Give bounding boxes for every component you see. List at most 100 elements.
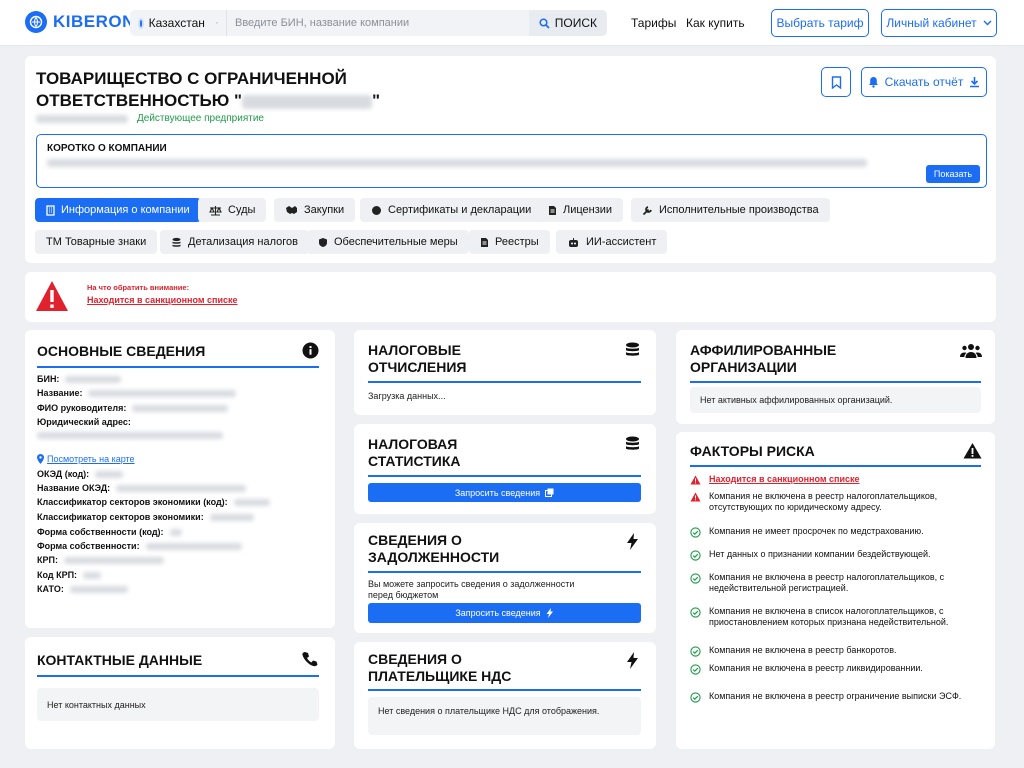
divider — [690, 465, 981, 467]
map-link-label: Посмотреть на карте — [47, 454, 135, 464]
field-name: Название: — [37, 388, 237, 398]
tab-purchases[interactable]: Закупки — [274, 198, 356, 222]
tax-deductions-loading: Загрузка данных... — [368, 391, 446, 401]
shield-icon — [319, 237, 327, 247]
lightning-icon — [627, 652, 638, 669]
title-line: СТАТИСТИКА — [368, 453, 461, 469]
field-label: Код КРП: — [37, 570, 78, 580]
tab-ai-assistant[interactable]: ИИ-ассистент — [556, 230, 668, 254]
field-director: ФИО руководителя: — [37, 403, 229, 413]
title-prefix: ОТВЕТСТВЕННОСТЬЮ " — [36, 91, 243, 110]
divider — [37, 675, 319, 677]
redacted-value — [65, 375, 122, 383]
nav-tariffs[interactable]: Тарифы — [631, 16, 676, 30]
about-title: КОРОТКО О КОМПАНИИ — [47, 143, 167, 154]
country-label: Казахстан — [148, 16, 205, 30]
title-line: АФФИЛИРОВАННЫЕ — [690, 342, 837, 358]
choose-plan-label: Выбрать тариф — [776, 16, 864, 30]
field-label: Классификатор секторов экономики (код): — [37, 497, 228, 507]
about-company-box: КОРОТКО О КОМПАНИИ Показать — [36, 134, 987, 188]
tab-registries[interactable]: Реестры — [469, 230, 550, 254]
download-report-button[interactable]: Скачать отчёт — [861, 67, 987, 97]
tab-label: Обеспечительные меры — [334, 236, 458, 248]
field-sector: Классификатор секторов экономики: — [37, 512, 254, 522]
tab-security-measures[interactable]: Обеспечительные меры — [307, 230, 469, 254]
search-icon — [539, 17, 550, 29]
risk-item[interactable]: Находится в санкционном списке — [690, 474, 980, 488]
lightning-icon — [546, 608, 553, 618]
search-bar: Казахстан ПОИСК — [130, 10, 607, 36]
field-krp-code: Код КРП: — [37, 570, 102, 580]
tab-label: Закупки — [304, 204, 345, 216]
field-kato: КАТО: — [37, 584, 128, 594]
tab-trademarks[interactable]: ТМ Товарные знаки — [35, 230, 158, 254]
redacted-value — [233, 498, 270, 506]
risk-item-text: Компания не включена в реестр налогоплат… — [709, 572, 945, 593]
country-flag-icon — [138, 17, 144, 29]
title-line: ЗАДОЛЖЕННОСТИ — [368, 549, 500, 565]
field-label: Название: — [37, 388, 83, 398]
chevron-down-icon — [983, 20, 992, 26]
title-line: СВЕДЕНИЯ О — [368, 651, 462, 667]
field-label: БИН: — [37, 374, 60, 384]
search-input[interactable] — [227, 17, 529, 29]
field-label: Юридический адрес: — [37, 417, 131, 427]
logo[interactable]: KIBERON — [25, 11, 135, 33]
check-circle-icon — [690, 573, 701, 594]
contacts-empty: Нет контактных данных — [47, 699, 146, 710]
bookmark-button[interactable] — [821, 67, 851, 97]
attention-title: На что обратить внимание: — [87, 283, 190, 292]
title-line-2: ОТВЕТСТВЕННОСТЬЮ " " — [36, 90, 456, 112]
coins-icon — [172, 237, 181, 247]
show-button[interactable]: Показать — [926, 165, 980, 183]
search-button[interactable]: ПОИСК — [528, 10, 607, 36]
tax-stats-title: НАЛОГОВАЯ СТАТИСТИКА — [368, 436, 461, 470]
field-label: ОКЭД (код): — [37, 469, 90, 479]
field-sector-code: Классификатор секторов экономики (код): — [37, 497, 270, 507]
bell-icon — [868, 77, 878, 88]
affiliated-empty: Нет активных аффилированных организаций. — [700, 395, 893, 405]
title-line: СВЕДЕНИЯ О — [368, 532, 462, 548]
download-report-label: Скачать отчёт — [884, 75, 964, 89]
bookmark-icon — [831, 75, 841, 89]
contacts-empty-box: Нет контактных данных — [37, 688, 319, 721]
cabinet-label: Личный кабинет — [886, 16, 977, 30]
debt-request-button[interactable]: Запросить сведения — [368, 603, 641, 623]
handshake-icon — [286, 206, 297, 214]
scales-icon — [209, 205, 222, 216]
sanction-list-link[interactable]: Находится в санкционном списке — [87, 295, 238, 305]
tab-company-info[interactable]: Информация о компании — [35, 198, 201, 222]
nav-how-to-buy[interactable]: Как купить — [686, 16, 745, 30]
check-circle-icon — [690, 692, 701, 706]
tab-enforcement[interactable]: Исполнительные производства — [631, 198, 830, 222]
request-label: Запросить сведения — [455, 608, 541, 618]
field-ownership-code: Форма собственности (код): — [37, 527, 182, 537]
risk-item-text: Компания не включена в реестр налогоплат… — [709, 491, 938, 512]
redacted-value — [63, 556, 164, 564]
risk-item: Компания не имеет просрочек по медстрахо… — [690, 526, 980, 541]
users-icon — [960, 344, 982, 358]
tab-licenses[interactable]: Лицензии — [537, 198, 624, 222]
risk-item: Компания не включена в реестр ограничени… — [690, 691, 980, 706]
tab-tax-details[interactable]: Детализация налогов — [160, 230, 309, 254]
check-circle-icon — [690, 607, 701, 628]
tab-certificates[interactable]: Сертификаты и декларации — [360, 198, 543, 222]
country-select[interactable]: Казахстан — [130, 10, 227, 36]
contacts-title: КОНТАКТНЫЕ ДАННЫЕ — [37, 652, 203, 668]
cabinet-button[interactable]: Личный кабинет — [881, 9, 997, 37]
chevron-down-icon — [215, 22, 218, 24]
top-bar: KIBERON Казахстан ПОИСК Тарифы Как купит… — [0, 0, 1024, 46]
check-circle-icon — [690, 550, 701, 564]
choose-plan-button[interactable]: Выбрать тариф — [771, 9, 869, 37]
divider — [368, 689, 641, 691]
check-circle-icon — [690, 527, 701, 541]
divider — [37, 366, 319, 368]
redacted-name — [242, 94, 373, 109]
tax-stats-request-button[interactable]: Запросить сведения — [368, 483, 641, 502]
tab-courts[interactable]: Суды — [198, 198, 267, 222]
copy-icon — [545, 488, 554, 497]
tab-label: Суды — [228, 204, 256, 216]
view-on-map-link[interactable]: Посмотреть на карте — [37, 454, 135, 464]
title-line: НАЛОГОВАЯ — [368, 436, 458, 452]
tax-deductions-title: НАЛОГОВЫЕ ОТЧИСЛЕНИЯ — [368, 342, 467, 376]
